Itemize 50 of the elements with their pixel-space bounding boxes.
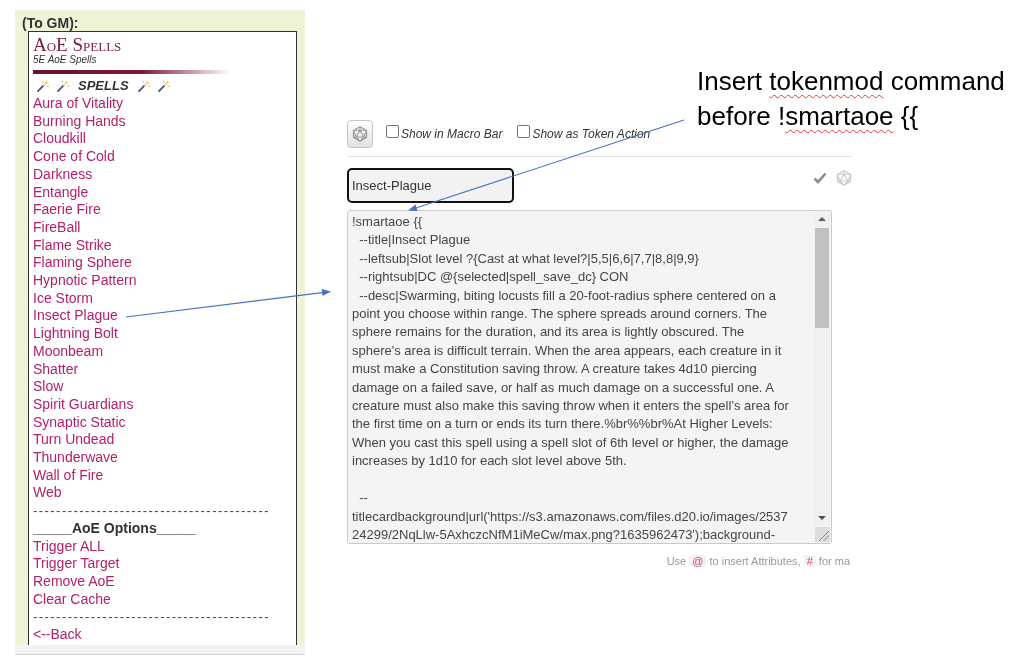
- menu-link[interactable]: Hypnotic Pattern: [33, 272, 137, 290]
- scroll-thumb[interactable]: [815, 228, 829, 328]
- check-icon[interactable]: [813, 172, 827, 184]
- section-heading: _____AoE Options_____: [33, 519, 196, 538]
- menu-link[interactable]: Flame Strike: [33, 236, 112, 255]
- menu-link[interactable]: Remove AoE: [33, 573, 115, 591]
- menu-link[interactable]: Synaptic Static: [33, 413, 126, 432]
- menu-link[interactable]: Turn Undead: [33, 431, 115, 450]
- checkbox[interactable]: [517, 125, 531, 138]
- menu-link[interactable]: Trigger Target: [33, 555, 120, 573]
- menu-link[interactable]: Wall of Fire: [33, 466, 104, 485]
- menu-link[interactable]: Lightning Bolt: [33, 325, 118, 343]
- dice-button[interactable]: [347, 120, 373, 148]
- macro-text-field[interactable]: !smartaoe {{ --title|Insect Plague --leftsub|Slot level ?{Cast at what level?|5,5|6,6|7,7|8,8|9,9} --rightsub|DC @{selected|spell_save_dc} CON --desc|Swarming, biting locusts fill a 20-foot-radius sphere centered on a point you choose within range. The sphere spreads around corners. The sphere remains for the duration, and its area is lightly obscured. The sphere's area is difficult terrain. When the area appears, each creature in it must make a Constitution saving throw. A creature takes 4d10 piercing damage on a failed save, or half as much damage on a successful one. A creature must also make this saving throw when it enters the spell’s area for the first time on a turn or ends its turn there.%br%%br%At Higher Levels: When you cast this spell using a spell slot of 6th level or higher, the damage increases by 1d10 for each slot level above 5th. -- titlecardbackground|url('https://s3.amazonaws.com/files.d20.io/images/2537 24299/2NqLlw-5AxhczcNfM1iMeCw/max.png?1635962473');background-: [347, 210, 832, 544]
- menu-link[interactable]: Flaming Sphere: [33, 254, 132, 273]
- checkbox-label[interactable]: Show in Macro Bar: [401, 127, 503, 141]
- menu-link[interactable]: Faerie Fire: [33, 201, 101, 219]
- menu-link[interactable]: Moonbeam: [33, 342, 104, 361]
- resize-grip-icon[interactable]: [815, 527, 830, 542]
- menu-link[interactable]: Burning Hands: [33, 112, 126, 131]
- menu-link[interactable]: <--Back: [33, 626, 82, 644]
- menu-link[interactable]: Shatter: [33, 360, 79, 379]
- menu-link[interactable]: Cloudkill: [33, 130, 86, 149]
- magic-wand-icon: [37, 80, 49, 92]
- recipient-label: (To GM):: [22, 16, 79, 31]
- dashed-separator: -----------------------------------------: [33, 608, 270, 627]
- menu-link[interactable]: Darkness: [33, 165, 93, 184]
- magic-wand-icon: [137, 80, 150, 92]
- menu-subtitle: 5E AoE Spells: [33, 54, 97, 66]
- menu-link[interactable]: Cone of Cold: [33, 148, 115, 166]
- section-title: SPELLS: [78, 78, 129, 94]
- annotation-text: Insert tokenmod command before !smartaoe {{: [697, 65, 1005, 133]
- menu-link[interactable]: Trigger ALL: [33, 537, 105, 556]
- menu-link[interactable]: Spirit Guardians: [33, 395, 134, 414]
- menu-link[interactable]: Aura of Vitality: [33, 95, 123, 113]
- menu-link[interactable]: Slow: [33, 378, 64, 396]
- menu-link[interactable]: Clear Cache: [33, 590, 111, 609]
- menu-link[interactable]: Ice Storm: [33, 289, 93, 308]
- menu-link[interactable]: Thunderwave: [33, 449, 118, 467]
- magic-wand-icon: [157, 80, 170, 92]
- menu-link[interactable]: Web: [33, 484, 62, 503]
- dashed-separator: -----------------------------------------: [33, 502, 270, 520]
- macro-name-field[interactable]: Insect-Plague: [347, 168, 514, 203]
- magic-wand-icon: [57, 80, 69, 92]
- menu-link[interactable]: FireBall: [33, 218, 81, 237]
- menu-link[interactable]: Insect Plague: [33, 307, 118, 326]
- checkbox[interactable]: [386, 125, 399, 138]
- menu-link[interactable]: Entangle: [33, 183, 89, 202]
- hint-text: Use @ to insert Attributes, # for ma: [666, 555, 850, 568]
- dice-icon[interactable]: [352, 126, 368, 142]
